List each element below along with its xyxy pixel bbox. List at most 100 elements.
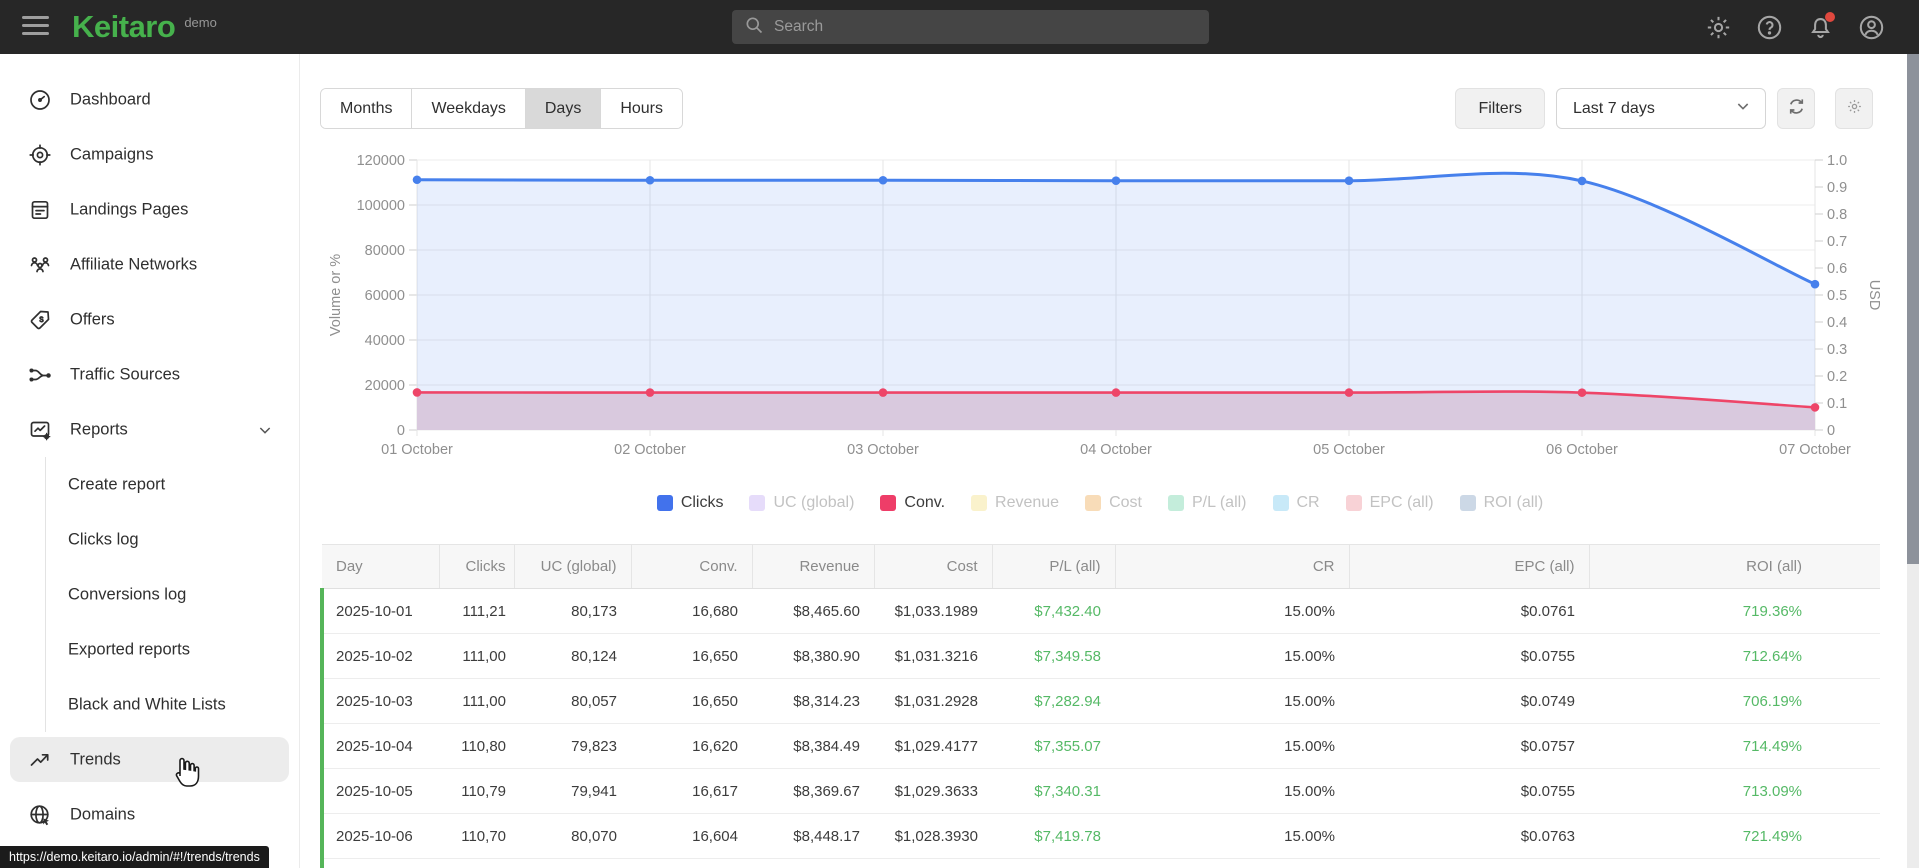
bell-icon[interactable] bbox=[1807, 11, 1835, 41]
search-input[interactable]: Search bbox=[732, 10, 1209, 44]
svg-text:60000: 60000 bbox=[365, 288, 405, 304]
cell: 110,79 bbox=[439, 768, 514, 814]
sidebar-item-reports[interactable]: Reports bbox=[0, 402, 299, 457]
scrollbar-thumb[interactable] bbox=[1907, 54, 1919, 564]
legend-item-epc-all-[interactable]: EPC (all) bbox=[1345, 494, 1434, 512]
cell: $7,340.31 bbox=[992, 768, 1115, 814]
trends-icon bbox=[28, 748, 52, 772]
col-header-conv-[interactable]: Conv. bbox=[630, 544, 752, 589]
refresh-button[interactable] bbox=[1777, 88, 1815, 129]
scrollbar[interactable] bbox=[1907, 54, 1919, 868]
cell: 79,941 bbox=[514, 768, 631, 814]
tab-months[interactable]: Months bbox=[321, 89, 412, 128]
svg-text:0.3: 0.3 bbox=[1827, 342, 1847, 358]
cell: $1,029.3633 bbox=[874, 768, 992, 814]
legend-swatch bbox=[1272, 495, 1289, 511]
table-row[interactable]: 2025-10-05 110,79 79,941 16,617 $8,369.67 $1,… bbox=[320, 768, 1880, 814]
sidebar-item-label: Conversions log bbox=[68, 585, 187, 603]
cell: 2025-10-05 bbox=[320, 768, 439, 814]
legend-item-clicks[interactable]: Clicks bbox=[656, 494, 724, 512]
help-icon[interactable] bbox=[1756, 14, 1783, 41]
legend-item-p-l-all-[interactable]: P/L (all) bbox=[1167, 494, 1247, 512]
col-header-revenue[interactable]: Revenue bbox=[751, 544, 874, 589]
user-icon[interactable] bbox=[1858, 14, 1885, 41]
granularity-tabs: Months Weekdays Days Hours bbox=[320, 88, 684, 129]
cell: $8,380.90 bbox=[752, 633, 874, 679]
sidebar-item-landings-pages[interactable]: Landings Pages bbox=[0, 182, 299, 237]
gear-icon[interactable] bbox=[1705, 14, 1732, 41]
col-header-cr[interactable]: CR bbox=[1114, 544, 1349, 589]
legend-item-cr[interactable]: CR bbox=[1272, 494, 1320, 512]
cell: 80,070 bbox=[514, 813, 631, 859]
col-header-epc-all-[interactable]: EPC (all) bbox=[1348, 544, 1589, 589]
menu-toggle-icon[interactable] bbox=[22, 16, 49, 38]
svg-text:04 October: 04 October bbox=[1080, 442, 1152, 458]
legend-item-revenue[interactable]: Revenue bbox=[971, 494, 1059, 512]
sidebar-item-domains[interactable]: Domains bbox=[0, 787, 299, 842]
cell: 721.49% bbox=[1589, 813, 1880, 859]
brand-logo[interactable]: Keitaro bbox=[72, 9, 176, 45]
cell: 2025-10-02 bbox=[320, 633, 439, 679]
col-header-uc-global-[interactable]: UC (global) bbox=[513, 544, 631, 589]
svg-text:80000: 80000 bbox=[365, 243, 405, 259]
date-range-select[interactable]: Last 7 days bbox=[1556, 88, 1766, 129]
submenu-guide-line bbox=[45, 457, 46, 732]
legend-label: Revenue bbox=[995, 494, 1060, 511]
legend-item-cost[interactable]: Cost bbox=[1085, 494, 1142, 512]
legend-label: CR bbox=[1296, 494, 1320, 511]
tab-weekdays[interactable]: Weekdays bbox=[411, 89, 525, 128]
table-row[interactable]: 2025-10-04 110,80 79,823 16,620 $8,384.49 $1,… bbox=[320, 723, 1880, 769]
table-row[interactable]: 2025-10-02 111,00 80,124 16,650 $8,380.90 $1,… bbox=[320, 633, 1880, 679]
sidebar-item-offers[interactable]: Offers bbox=[0, 292, 299, 347]
svg-text:01 October: 01 October bbox=[381, 442, 453, 458]
sidebar-item-campaigns[interactable]: Campaigns bbox=[0, 127, 299, 182]
col-header-cost[interactable]: Cost bbox=[873, 544, 992, 589]
sidebar-item-label: Exported reports bbox=[68, 640, 190, 658]
col-header-clicks[interactable]: Clicks bbox=[438, 544, 514, 589]
svg-text:03 October: 03 October bbox=[847, 442, 919, 458]
table-row[interactable]: 2025-10-0744,4944,4576,648$3,352.94$412.… bbox=[320, 858, 1880, 868]
svg-text:06 October: 06 October bbox=[1546, 442, 1618, 458]
cell: 714.49% bbox=[1589, 723, 1880, 769]
sidebar-item-dashboard[interactable]: Dashboard bbox=[0, 72, 299, 127]
sidebar-item-label: Traffic Sources bbox=[70, 365, 181, 383]
filters-button[interactable]: Filters bbox=[1455, 88, 1545, 129]
table-row[interactable]: 2025-10-01 111,21 80,173 16,680 $8,465.60 $1,… bbox=[320, 588, 1880, 634]
tab-days[interactable]: Days bbox=[524, 89, 601, 128]
main-content: Months Weekdays Days Hours Filters Last 7 d… bbox=[300, 54, 1919, 868]
app-window: Keitaro demo Search Dashboard Campaigns … bbox=[0, 0, 1919, 868]
cell: 111,00 bbox=[439, 633, 514, 679]
chart-settings-button[interactable] bbox=[1835, 88, 1873, 129]
table-row[interactable]: 2025-10-06 110,70 80,070 16,604 $8,448.17 $1,… bbox=[320, 813, 1880, 859]
legend-swatch bbox=[749, 495, 766, 511]
cell: $1,031.3216 bbox=[874, 633, 992, 679]
svg-text:USD: USD bbox=[1866, 280, 1880, 311]
sidebar-item-traffic-sources[interactable]: Traffic Sources bbox=[0, 347, 299, 402]
table-body: 2025-10-01 111,21 80,173 16,680 $8,465.60 $1,… bbox=[320, 588, 1880, 868]
sidebar-item-trends[interactable]: Trends bbox=[0, 732, 299, 787]
cell: 111,21 bbox=[439, 588, 514, 634]
cell: $0.0755 bbox=[1349, 768, 1589, 814]
svg-text:0: 0 bbox=[397, 423, 405, 439]
col-header-day[interactable]: Day bbox=[322, 544, 439, 589]
table-header-row: Day Clicks UC (global) Conv. Revenue Cost P/L … bbox=[322, 544, 1880, 589]
col-header-roi-all-[interactable]: ROI (all) bbox=[1588, 544, 1880, 589]
legend-swatch bbox=[656, 495, 673, 511]
col-header-p-l-all-[interactable]: P/L (all) bbox=[991, 544, 1115, 589]
campaigns-icon bbox=[28, 143, 52, 167]
cell: 16,617 bbox=[631, 768, 752, 814]
chevron-down-icon bbox=[1735, 98, 1751, 119]
trends-table-wrap: Day Clicks UC (global) Conv. Revenue Cost P/L … bbox=[320, 544, 1880, 868]
legend-item-roi-all-[interactable]: ROI (all) bbox=[1459, 494, 1543, 512]
legend-item-conv-[interactable]: Conv. bbox=[880, 494, 945, 512]
svg-text:20000: 20000 bbox=[365, 378, 405, 394]
chevron-down-icon[interactable] bbox=[257, 422, 273, 438]
sidebar-item-affiliate-networks[interactable]: Affiliate Networks bbox=[0, 237, 299, 292]
tab-hours[interactable]: Hours bbox=[600, 89, 683, 128]
legend-label: Clicks bbox=[680, 494, 724, 511]
table-row[interactable]: 2025-10-03 111,00 80,057 16,650 $8,314.23 $1,… bbox=[320, 678, 1880, 724]
sidebar: Dashboard Campaigns Landings Pages Affiliat… bbox=[0, 54, 300, 868]
legend-item-uc-global-[interactable]: UC (global) bbox=[749, 494, 854, 512]
svg-text:07 October: 07 October bbox=[1779, 442, 1851, 458]
cell: 110,80 bbox=[439, 723, 514, 769]
